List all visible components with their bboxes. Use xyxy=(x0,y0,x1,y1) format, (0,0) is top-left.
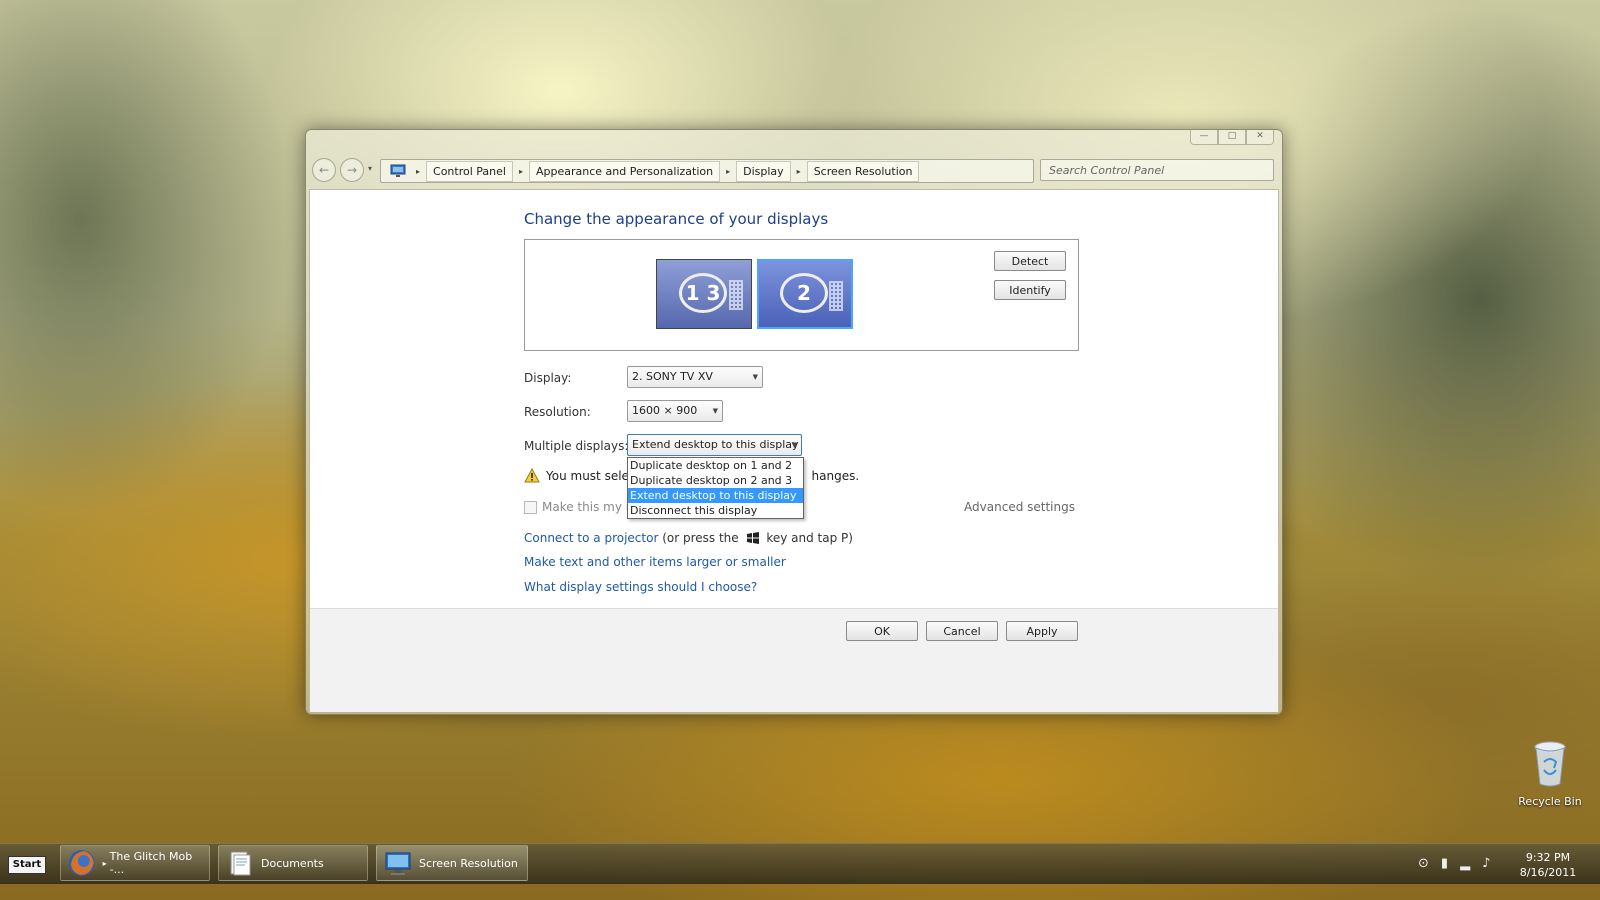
multiple-displays-select[interactable]: Extend desktop to this display ▼ xyxy=(627,434,802,456)
start-button[interactable]: Start xyxy=(8,856,46,874)
battery-icon[interactable]: ▮ xyxy=(1441,856,1448,871)
taskbar-item-documents[interactable]: Documents xyxy=(218,845,368,881)
dropdown-option[interactable]: Duplicate desktop on 2 and 3 xyxy=(628,473,803,488)
multiple-displays-label: Multiple displays: xyxy=(524,439,629,453)
monitor-grid-icon xyxy=(729,280,743,310)
display-label: Display: xyxy=(524,371,572,385)
clock[interactable]: 9:32 PM 8/16/2011 xyxy=(1508,850,1588,880)
detect-button[interactable]: Detect xyxy=(994,251,1066,271)
projector-hint-start: (or press the xyxy=(662,531,739,545)
windows-key-icon xyxy=(746,532,759,544)
breadcrumb-separator-icon[interactable]: ▸ xyxy=(416,167,420,176)
connect-projector-link[interactable]: Connect to a projector xyxy=(524,531,658,545)
breadcrumb: ▸ Control Panel ▸ Appearance and Persona… xyxy=(381,160,1033,182)
window-controls: — □ ✕ xyxy=(1190,130,1274,145)
recent-pages-button[interactable]: ▾ xyxy=(368,164,372,173)
monitor-1-3[interactable]: 1 3 xyxy=(656,259,752,329)
clock-date: 8/16/2011 xyxy=(1519,866,1577,879)
projector-row: Connect to a projector (or press the key… xyxy=(524,531,853,545)
dropdown-option[interactable]: Duplicate desktop on 1 and 2 xyxy=(628,458,803,473)
projector-hint-end: key and tap P) xyxy=(766,531,853,545)
identify-button[interactable]: Identify xyxy=(994,280,1066,300)
chevron-down-icon: ▾ xyxy=(368,164,373,173)
documents-icon xyxy=(230,851,251,876)
text-size-link[interactable]: Make text and other items larger or smal… xyxy=(524,555,786,569)
forward-button[interactable]: → xyxy=(340,158,364,182)
display-settings-icon xyxy=(385,852,411,875)
advanced-settings-link[interactable]: Advanced settings xyxy=(964,500,1075,514)
monitor-number: 1 3 xyxy=(679,273,727,313)
recycle-bin-icon xyxy=(1534,741,1566,787)
monitor-number: 2 xyxy=(780,273,828,313)
taskbar-item-screen-resolution[interactable]: Screen Resolution xyxy=(376,845,528,881)
monitor-grid-icon xyxy=(829,281,843,311)
recycle-bin-shortcut[interactable]: Recycle Bin xyxy=(1505,740,1595,808)
forward-arrow-icon: → xyxy=(346,163,358,177)
multiple-displays-value: Extend desktop to this display xyxy=(632,438,799,451)
cancel-button[interactable]: Cancel xyxy=(926,621,998,641)
screen-resolution-window: — □ ✕ ← → ▾ ▸ Control Panel ▸ Appearance… xyxy=(305,129,1283,715)
display-help-link[interactable]: What display settings should I choose? xyxy=(524,580,757,594)
back-button[interactable]: ← xyxy=(312,158,336,182)
resolution-select[interactable]: 1600 × 900 ▼ xyxy=(627,400,723,422)
clock-time: 9:32 PM xyxy=(1525,851,1571,864)
ok-button[interactable]: OK xyxy=(846,621,918,641)
taskbar-item-label: Screen Resolution xyxy=(419,856,518,870)
firefox-icon xyxy=(68,850,95,876)
dropdown-arrow-icon: ▼ xyxy=(712,407,718,415)
system-tray: ⊙ ▮ ▂ ♪ xyxy=(1418,856,1490,871)
display-select[interactable]: 2. SONY TV XV ▼ xyxy=(627,366,763,388)
multiple-displays-dropdown: Duplicate desktop on 1 and 2 Duplicate d… xyxy=(627,457,804,519)
warning-text-start: You must selec xyxy=(546,468,636,483)
control-panel-icon xyxy=(390,164,406,177)
breadcrumb-appearance[interactable]: Appearance and Personalization xyxy=(528,160,721,182)
dialog-footer: OK Cancel Apply xyxy=(310,608,1278,712)
resolution-select-value: 1600 × 900 xyxy=(632,404,698,417)
breadcrumb-screen-resolution[interactable]: Screen Resolution xyxy=(806,160,920,182)
warning-text-end: hanges. xyxy=(811,468,860,483)
minimize-button[interactable]: — xyxy=(1190,130,1218,145)
maximize-button[interactable]: □ xyxy=(1218,130,1246,145)
taskbar-item-label: The Glitch Mob -... xyxy=(109,850,193,876)
breadcrumb-separator-icon[interactable]: ▸ xyxy=(797,167,801,176)
breadcrumb-display[interactable]: Display xyxy=(736,160,791,182)
back-arrow-icon: ← xyxy=(318,163,330,177)
search-input[interactable]: Search Control Panel xyxy=(1040,159,1274,181)
taskbar: Start ▸ The Glitch Mob -... Documents Sc… xyxy=(0,843,1600,884)
taskbar-item-firefox[interactable]: ▸ The Glitch Mob -... xyxy=(60,845,210,881)
warning-icon xyxy=(524,468,540,483)
recycle-bin-label: Recycle Bin xyxy=(1518,795,1582,808)
breadcrumb-separator-icon[interactable]: ▸ xyxy=(726,167,730,176)
dropdown-arrow-icon: ▼ xyxy=(791,441,797,449)
taskbar-item-label: Documents xyxy=(261,856,324,870)
volume-icon[interactable]: ♪ xyxy=(1482,856,1490,871)
address-bar[interactable]: ▸ Control Panel ▸ Appearance and Persona… xyxy=(380,159,1034,183)
breadcrumb-separator-icon[interactable]: ▸ xyxy=(519,167,523,176)
page-title: Change the appearance of your displays xyxy=(524,210,829,228)
apply-button[interactable]: Apply xyxy=(1006,621,1078,641)
display-arrangement-preview: 1 3 2 Detect Identify xyxy=(524,239,1079,351)
checkbox-box[interactable] xyxy=(524,500,537,514)
network-signal-icon[interactable]: ▂ xyxy=(1460,856,1470,871)
close-button[interactable]: ✕ xyxy=(1246,130,1274,145)
breadcrumb-control-panel[interactable]: Control Panel xyxy=(426,160,513,182)
toggle-icon[interactable]: ⊙ xyxy=(1418,856,1429,871)
jump-arrow-icon: ▸ xyxy=(102,858,107,868)
dropdown-arrow-icon: ▼ xyxy=(752,373,758,381)
content-area: Change the appearance of your displays 1… xyxy=(309,189,1279,712)
display-select-value: 2. SONY TV XV xyxy=(632,370,713,383)
dropdown-option-selected[interactable]: Extend desktop to this display xyxy=(628,488,803,503)
monitor-2[interactable]: 2 xyxy=(757,259,853,329)
dropdown-option[interactable]: Disconnect this display xyxy=(628,503,803,518)
resolution-label: Resolution: xyxy=(524,405,591,419)
